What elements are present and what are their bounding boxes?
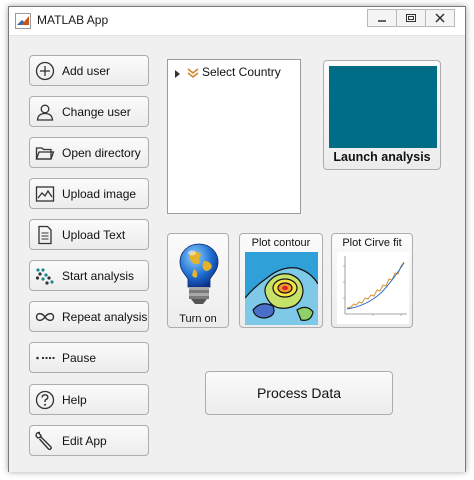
window-title: MATLAB App xyxy=(37,13,109,27)
plot-contour-button[interactable]: Plot contour xyxy=(239,233,323,328)
contour-plot-icon xyxy=(245,252,318,325)
start-analysis-label: Start analysis xyxy=(62,269,135,283)
start-analysis-button[interactable]: Start analysis xyxy=(29,260,149,291)
expand-caret-icon[interactable] xyxy=(175,70,181,78)
globe-lightbulb-icon xyxy=(179,243,219,304)
dots-pattern-icon xyxy=(35,268,54,285)
open-directory-label: Open directory xyxy=(62,146,141,160)
upload-text-label: Upload Text xyxy=(62,228,126,242)
close-icon xyxy=(435,13,445,23)
process-data-label: Process Data xyxy=(256,385,342,401)
process-data-button[interactable]: Process Data xyxy=(205,371,393,415)
edit-app-label: Edit App xyxy=(62,434,107,448)
help-button[interactable]: Help xyxy=(29,384,149,415)
double-chevron-down-icon xyxy=(187,68,199,79)
restore-icon xyxy=(406,14,416,22)
upload-image-button[interactable]: Upload image xyxy=(29,178,149,209)
country-tree[interactable]: Select Country xyxy=(167,59,301,214)
image-icon xyxy=(35,186,55,202)
close-button[interactable] xyxy=(425,9,455,27)
pause-dots-icon xyxy=(36,356,55,360)
wrench-icon xyxy=(35,431,52,451)
edit-app-button[interactable]: Edit App xyxy=(29,425,149,456)
add-user-button[interactable]: Add user xyxy=(29,55,149,86)
pause-label: Pause xyxy=(62,351,97,365)
restore-button[interactable] xyxy=(396,9,426,27)
help-label: Help xyxy=(62,393,87,407)
tree-node-select-country[interactable]: Select Country xyxy=(202,65,281,79)
user-icon xyxy=(36,104,54,121)
change-user-label: Change user xyxy=(62,105,131,119)
plot-curve-fit-button[interactable]: Plot Cirve fit xyxy=(331,233,413,328)
plot-contour-label: Plot contour xyxy=(251,237,311,249)
pause-button[interactable]: Pause xyxy=(29,342,149,373)
repeat-analysis-label: Repeat analysis xyxy=(62,310,148,324)
turn-on-button[interactable]: Turn on xyxy=(167,233,229,328)
upload-image-label: Upload image xyxy=(62,187,137,201)
upload-text-button[interactable]: Upload Text xyxy=(29,219,149,250)
loop-icon xyxy=(35,312,55,322)
repeat-analysis-button[interactable]: Repeat analysis xyxy=(29,301,149,332)
app-window: MATLAB App Add user Change user Open dir… xyxy=(8,6,466,472)
title-bar: MATLAB App xyxy=(9,7,465,36)
curve-fit-plot-icon xyxy=(337,252,409,324)
minimize-icon xyxy=(378,20,386,22)
change-user-button[interactable]: Change user xyxy=(29,96,149,127)
open-directory-button[interactable]: Open directory xyxy=(29,137,149,168)
help-icon xyxy=(35,390,55,410)
add-user-label: Add user xyxy=(62,64,111,78)
launch-color-swatch xyxy=(329,66,437,148)
launch-analysis-label: Launch analysis xyxy=(333,150,431,164)
minimize-button[interactable] xyxy=(367,9,397,27)
plot-curve-fit-label: Plot Cirve fit xyxy=(342,237,402,249)
turn-on-label: Turn on xyxy=(179,313,217,325)
add-circle-icon xyxy=(35,61,55,81)
launch-analysis-button[interactable]: Launch analysis xyxy=(323,60,441,170)
folder-icon xyxy=(35,147,55,160)
app-content: Add user Change user Open directory Uplo… xyxy=(9,36,465,472)
document-icon xyxy=(38,225,52,245)
matlab-logo-icon xyxy=(15,13,31,29)
